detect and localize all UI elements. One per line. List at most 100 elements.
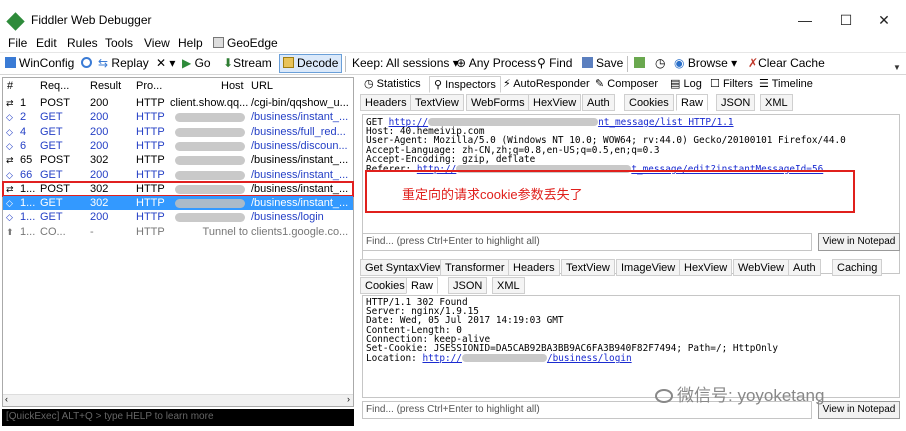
table-row[interactable]: 6 GET 200 HTTP/business/discoun... ◇ bbox=[3, 139, 353, 153]
save-button[interactable]: Save bbox=[582, 56, 623, 70]
column-result[interactable]: Result bbox=[90, 78, 121, 95]
req-tab-auth[interactable]: Auth bbox=[582, 94, 615, 111]
quickexec-input[interactable]: [QuickExec] ALT+Q > type HELP to learn m… bbox=[2, 409, 354, 426]
cell-protocol: HTTP bbox=[136, 139, 165, 152]
scroll-right-icon[interactable]: › bbox=[347, 394, 350, 404]
resp-tab-webview[interactable]: WebView bbox=[733, 259, 790, 276]
column-host[interactable]: Host bbox=[221, 78, 244, 95]
req-tab-raw[interactable]: Raw bbox=[676, 94, 709, 111]
find-button[interactable]: ⚲ Find bbox=[537, 56, 572, 70]
redacted-host bbox=[175, 113, 245, 123]
menu-tools[interactable]: Tools bbox=[105, 36, 133, 50]
close-button[interactable]: ✕ bbox=[874, 10, 894, 30]
resp-tab-auth[interactable]: Auth bbox=[788, 259, 821, 276]
go-button[interactable]: ▶ Go bbox=[182, 56, 211, 70]
tab-autoresponder[interactable]: ⚡ AutoResponder bbox=[499, 76, 594, 93]
req-tab-headers[interactable]: Headers bbox=[360, 94, 412, 111]
resp-tab-syntaxview[interactable]: Get SyntaxView bbox=[360, 259, 449, 276]
table-row[interactable]: 66 GET 200 HTTP/business/instant_... ◇ bbox=[3, 168, 353, 182]
req-tab-textview[interactable]: TextView bbox=[410, 94, 464, 111]
column-number[interactable]: # bbox=[7, 78, 13, 95]
tab-log[interactable]: ▤ Log bbox=[666, 76, 706, 93]
session-type-icon: ⇄ bbox=[6, 155, 14, 166]
session-type-icon: ◇ bbox=[6, 198, 13, 209]
tab-filters[interactable]: ☐ Filters bbox=[706, 76, 757, 93]
screenshot-button[interactable] bbox=[634, 56, 648, 70]
tab-composer[interactable]: ✎ Composer bbox=[591, 76, 662, 93]
maximize-button[interactable]: ☐ bbox=[836, 10, 856, 30]
resp-tab-hexview[interactable]: HexView bbox=[679, 259, 733, 276]
scroll-left-icon[interactable]: ‹ bbox=[5, 394, 8, 404]
resp-tab-caching[interactable]: Caching bbox=[832, 259, 883, 276]
menu-file[interactable]: File bbox=[8, 36, 27, 50]
replay-button[interactable] bbox=[81, 56, 95, 70]
camera-icon bbox=[634, 57, 645, 68]
window-title: Fiddler Web Debugger bbox=[31, 13, 152, 27]
remove-menu[interactable]: ✕ ▾ bbox=[156, 56, 175, 70]
req-tab-xml[interactable]: XML bbox=[760, 94, 793, 111]
cell-url: /business/instant_... bbox=[251, 197, 349, 210]
menu-view[interactable]: View bbox=[144, 36, 170, 50]
req-tab-cookies[interactable]: Cookies bbox=[624, 94, 674, 111]
table-row[interactable]: 4 GET 200 HTTP/business/full_red... ◇ bbox=[3, 125, 353, 139]
table-row[interactable]: 1... GET 200 HTTP/business/login ◇ bbox=[3, 210, 353, 224]
cell-result: 302 bbox=[90, 154, 109, 167]
tab-timeline[interactable]: ☰ Timeline bbox=[755, 76, 817, 93]
replay-action[interactable]: ⇆ Replay bbox=[98, 56, 149, 70]
menu-rules[interactable]: Rules bbox=[67, 36, 98, 50]
column-method[interactable]: Req... bbox=[40, 78, 69, 95]
req-tab-json[interactable]: JSON bbox=[716, 94, 756, 111]
resp-tab-headers[interactable]: Headers bbox=[508, 259, 560, 276]
request-find-input[interactable]: Find... (press Ctrl+Enter to highlight a… bbox=[362, 233, 812, 251]
resp-tab-cookies[interactable]: Cookies bbox=[360, 277, 410, 294]
table-row[interactable]: 1 POST 200 HTTP client.show.qq..../cgi-bin/q… bbox=[3, 96, 353, 110]
timer-button[interactable]: ◷ bbox=[655, 56, 665, 70]
resp-tab-json[interactable]: JSON bbox=[448, 277, 488, 294]
table-row[interactable]: 1... POST 302 HTTP/business/instant_... ⇄ bbox=[2, 180, 354, 197]
session-type-icon: ◇ bbox=[6, 112, 13, 123]
cell-method: GET bbox=[40, 125, 63, 138]
table-row[interactable]: 65 POST 302 HTTP/business/instant_... ⇄ bbox=[3, 153, 353, 167]
sessions-list[interactable]: # Req... Result Pro... Host URL 1 POST 200… bbox=[2, 77, 354, 407]
resp-tab-transformer[interactable]: Transformer bbox=[440, 259, 510, 276]
request-view-in-notepad-button[interactable]: View in Notepad bbox=[818, 233, 900, 251]
table-row[interactable]: 2 GET 200 HTTP/business/instant_... ◇ bbox=[3, 110, 353, 124]
req-tab-webforms[interactable]: WebForms bbox=[466, 94, 530, 111]
cell-protocol: HTTP bbox=[136, 197, 165, 210]
resp-tab-raw[interactable]: Raw bbox=[406, 277, 439, 294]
cell-protocol: HTTP bbox=[136, 225, 165, 238]
clear-cache-button[interactable]: ✗Clear Cache bbox=[748, 56, 825, 70]
horizontal-scrollbar[interactable]: ‹ › bbox=[3, 394, 353, 406]
decode-button[interactable]: Decode bbox=[279, 54, 343, 73]
cell-method: GET bbox=[40, 211, 63, 224]
table-row[interactable]: 1... CO... - HTTP Tunnel to clients1.google.c… bbox=[3, 225, 353, 239]
cell-method: CO... bbox=[40, 225, 66, 238]
binoculars-icon: ⚲ bbox=[537, 56, 546, 70]
globe-icon: ◉ bbox=[674, 56, 685, 70]
browse-button[interactable]: ◉ Browse ▾ bbox=[674, 56, 737, 70]
table-row[interactable]: 1... GET 302 HTTP/business/instant_... ◇ bbox=[3, 196, 353, 211]
column-protocol[interactable]: Pro... bbox=[136, 78, 162, 95]
cell-result: 200 bbox=[90, 211, 109, 224]
any-process-button[interactable]: ⊕ Any Process bbox=[456, 56, 536, 70]
menu-help[interactable]: Help bbox=[178, 36, 203, 50]
menu-geoedge[interactable]: GeoEdge bbox=[213, 36, 278, 50]
redacted-host bbox=[175, 213, 245, 223]
tab-inspectors[interactable]: ⚲ Inspectors bbox=[429, 76, 501, 93]
req-tab-hexview[interactable]: HexView bbox=[528, 94, 582, 111]
menu-edit[interactable]: Edit bbox=[36, 36, 57, 50]
minimize-button[interactable]: — bbox=[795, 10, 815, 30]
geoedge-icon bbox=[213, 37, 224, 48]
toolbar-overflow-icon[interactable]: ▼ bbox=[893, 63, 901, 72]
resp-tab-imageview[interactable]: ImageView bbox=[616, 259, 681, 276]
resp-tab-xml[interactable]: XML bbox=[492, 277, 525, 294]
keep-sessions-dropdown[interactable]: Keep: All sessions ▾ bbox=[352, 56, 459, 70]
redacted-host bbox=[175, 127, 245, 137]
winconfig-button[interactable]: WinConfig bbox=[5, 56, 74, 70]
column-url[interactable]: URL bbox=[251, 78, 273, 95]
resp-tab-textview[interactable]: TextView bbox=[561, 259, 615, 276]
replay-icon: ⇆ bbox=[98, 56, 109, 70]
stream-button[interactable]: ⬇Stream bbox=[223, 56, 272, 70]
response-view-in-notepad-button[interactable]: View in Notepad bbox=[818, 401, 900, 419]
tab-statistics[interactable]: ◷ Statistics bbox=[360, 76, 425, 93]
